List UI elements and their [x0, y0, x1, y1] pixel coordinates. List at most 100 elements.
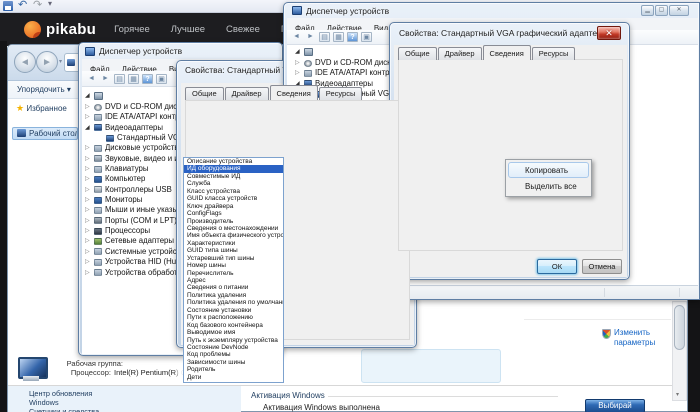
expander-icon[interactable]	[295, 58, 300, 68]
expander-icon[interactable]	[85, 112, 90, 122]
property-option[interactable]: Сведения о питании	[184, 284, 283, 291]
property-option[interactable]: Класс устройства	[184, 188, 283, 195]
toolbar-icon[interactable]	[347, 32, 358, 42]
expander-icon[interactable]	[85, 247, 90, 257]
dialog-tab[interactable]: Общие	[185, 87, 224, 100]
cancel-button[interactable]: Отмена	[582, 259, 622, 274]
history-caret-icon[interactable]: ▾	[59, 58, 62, 65]
expander-icon[interactable]	[85, 195, 90, 205]
toolbar-icon[interactable]	[86, 74, 97, 84]
forward-button[interactable]: ►	[36, 51, 58, 73]
expander-icon[interactable]	[85, 185, 90, 195]
property-option[interactable]: GUID типа шины	[184, 247, 283, 254]
toolbar-icon[interactable]	[333, 32, 344, 42]
expander-icon[interactable]	[85, 154, 90, 164]
property-option[interactable]: Перечислитель	[184, 270, 283, 277]
property-option[interactable]: Адрес	[184, 277, 283, 284]
pikabu-logo-text[interactable]: pikabu	[46, 21, 96, 38]
minimize-button[interactable]: ▁	[641, 5, 654, 16]
property-option[interactable]: Путь к экземпляру устройства	[184, 337, 283, 344]
expander-icon[interactable]	[85, 257, 90, 267]
menu-item[interactable]: Действие	[321, 23, 368, 30]
expander-icon[interactable]	[85, 226, 90, 236]
property-option[interactable]: Дети	[184, 374, 283, 381]
dialog-tab[interactable]: Ресурсы	[319, 87, 363, 100]
titlebar[interactable]: Свойства: Стандартный VGA графический ад…	[390, 23, 629, 43]
property-option[interactable]: Код проблемы	[184, 351, 283, 358]
expander-icon[interactable]	[85, 102, 90, 112]
menu-item[interactable]: Действие	[116, 64, 163, 71]
ok-button[interactable]: ОК	[537, 259, 577, 274]
property-option[interactable]: Пути к расположению	[184, 314, 283, 321]
expander-icon[interactable]	[85, 216, 90, 226]
dialog-tab[interactable]: Общие	[398, 47, 437, 60]
toolbar-icon[interactable]	[142, 74, 153, 84]
dialog-tab[interactable]: Драйвер	[438, 47, 482, 60]
property-option[interactable]: Зависимости шины	[184, 359, 283, 366]
property-option[interactable]: ConfigFlags	[184, 210, 283, 217]
property-option[interactable]: Выводимое имя	[184, 329, 283, 336]
property-option[interactable]: Сведения о местонахождении	[184, 225, 283, 232]
menu-item[interactable]: Файл	[84, 64, 116, 71]
toolbar-icon[interactable]	[100, 74, 111, 84]
close-button[interactable]: ✕	[597, 26, 621, 40]
property-option[interactable]: GUID класса устройств	[184, 195, 283, 202]
toolbar-icon[interactable]	[291, 32, 302, 42]
property-option[interactable]: Служба	[184, 180, 283, 187]
property-option[interactable]: Политика удаления	[184, 292, 283, 299]
property-option[interactable]: Родитель	[184, 366, 283, 373]
pikabu-menu-item[interactable]: Горячее	[114, 24, 150, 35]
property-option[interactable]: Политика удаления по умолчанию	[184, 299, 283, 306]
qat-icon[interactable]	[48, 1, 58, 11]
nav-item-desktop[interactable]: Рабочий стол	[12, 127, 78, 140]
property-option[interactable]: ИД оборудования	[184, 165, 283, 172]
property-option[interactable]: Устаревший тип шины	[184, 255, 283, 262]
expander-icon[interactable]	[85, 123, 90, 133]
toolbar-icon[interactable]	[305, 32, 316, 42]
dialog-tab[interactable]: Драйвер	[225, 87, 269, 100]
scroll-down-icon[interactable]: ▾	[676, 391, 679, 398]
dialog-tab[interactable]: Ресурсы	[532, 47, 576, 60]
close-button[interactable]: ✕	[669, 5, 689, 16]
pikabu-menu-item[interactable]: Свежее	[226, 24, 260, 35]
vertical-scrollbar[interactable]: ▾	[672, 301, 687, 401]
qat-icon[interactable]	[3, 1, 13, 11]
property-option[interactable]: Описание устройства	[184, 158, 283, 165]
pikabu-logo-icon[interactable]	[24, 21, 41, 38]
property-option[interactable]: Номер шины	[184, 262, 283, 269]
property-option[interactable]: Характеристики	[184, 240, 283, 247]
pikabu-menu-item[interactable]: Лучшее	[171, 24, 205, 35]
property-option[interactable]: Совместимые ИД	[184, 173, 283, 180]
nav-item-favorites[interactable]: ★ Избранное	[16, 103, 78, 114]
expander-icon[interactable]	[85, 236, 90, 246]
dialog-tab[interactable]: Сведения	[270, 85, 318, 100]
qat-icon[interactable]	[18, 1, 28, 11]
maximize-button[interactable]: ▢	[655, 5, 668, 16]
context-menu-item[interactable]: Выделить все	[508, 178, 589, 194]
toolbar-icon[interactable]	[361, 32, 372, 42]
expander-icon[interactable]: ◢	[85, 92, 90, 99]
context-menu-item[interactable]: Копировать	[508, 162, 589, 178]
expander-icon[interactable]	[85, 174, 90, 184]
toolbar-icon[interactable]	[156, 74, 167, 84]
choose-button[interactable]: Выбирай	[585, 399, 645, 412]
back-button[interactable]: ◄	[14, 51, 36, 73]
change-settings-link[interactable]: Изменитьпараметры	[614, 328, 655, 348]
toolbar-icon[interactable]	[319, 32, 330, 42]
property-option[interactable]: Имя объекта физического устройства	[184, 232, 283, 239]
expander-icon[interactable]	[85, 268, 90, 278]
titlebar[interactable]: Диспетчер устройств	[79, 43, 282, 59]
property-option[interactable]: Состояние установки	[184, 307, 283, 314]
expander-icon[interactable]: ◢	[295, 48, 300, 55]
expander-icon[interactable]	[85, 143, 90, 153]
scrollbar-thumb[interactable]	[674, 305, 685, 350]
toolbar-icon[interactable]	[128, 74, 139, 84]
toolbar-icon[interactable]	[114, 74, 125, 84]
sidebar-footer-link[interactable]: Центр обновления Windows	[29, 389, 121, 407]
property-option[interactable]: Производитель	[184, 218, 283, 225]
property-option[interactable]: Ключ драйвера	[184, 203, 283, 210]
dialog-tab[interactable]: Сведения	[483, 45, 531, 60]
expander-icon[interactable]	[85, 205, 90, 215]
expander-icon[interactable]	[295, 68, 300, 78]
organize-button[interactable]: Упорядочить ▾	[17, 85, 71, 94]
